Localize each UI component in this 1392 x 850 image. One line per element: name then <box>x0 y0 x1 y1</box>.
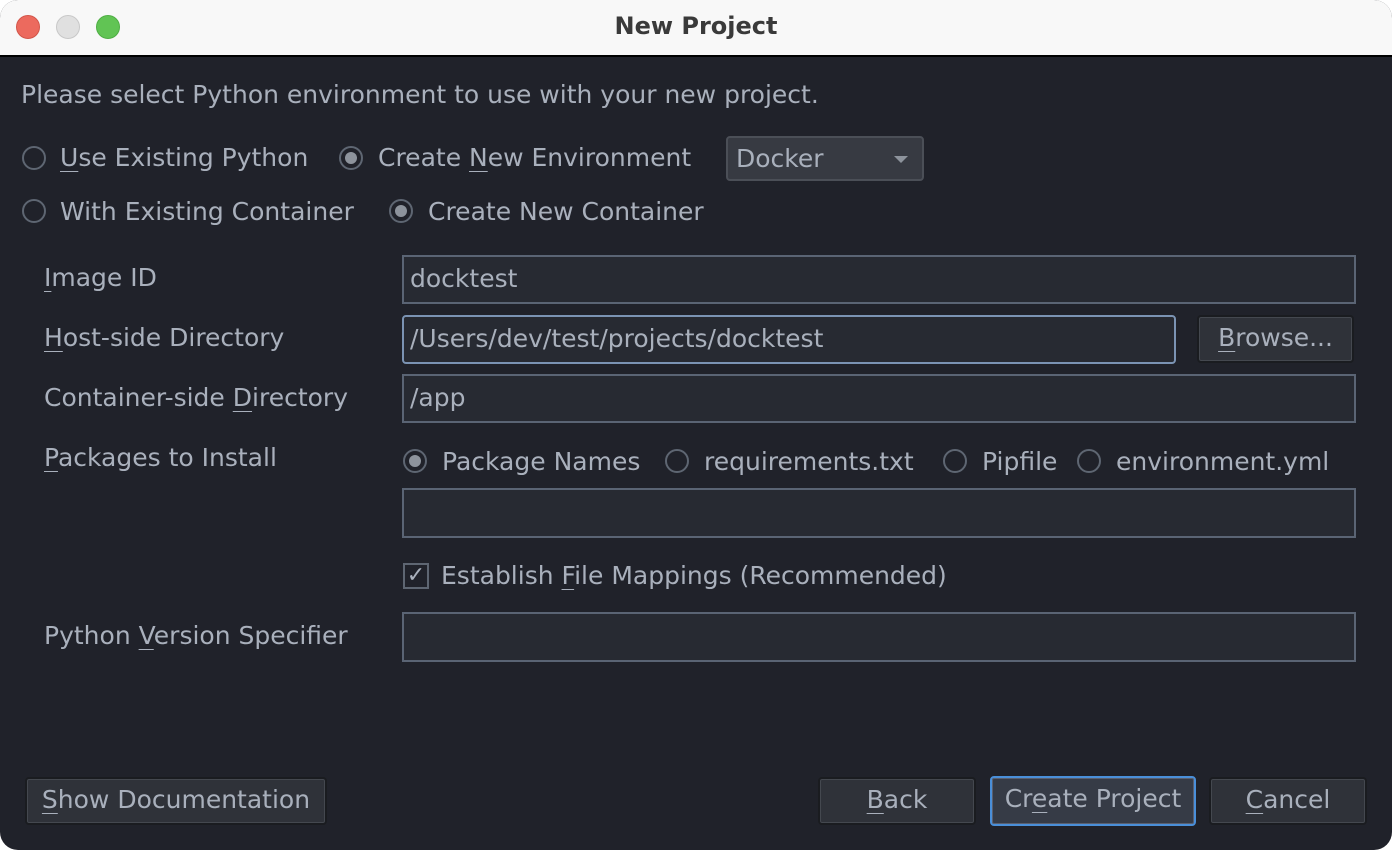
radio-button[interactable] <box>943 449 967 473</box>
image-id-label: Image ID <box>44 263 157 292</box>
radio-label: Create New Environment <box>378 143 692 172</box>
host-dir-input[interactable]: /Users/dev/test/projects/docktest <box>402 315 1176 364</box>
image-id-input[interactable]: docktest <box>402 255 1356 304</box>
radio-label: Pipfile <box>982 447 1058 476</box>
packages-label: Packages to Install <box>44 443 277 472</box>
title-bar: New Project <box>0 0 1392 57</box>
container-dir-label: Container-side Directory <box>44 383 349 412</box>
radio-label: requirements.txt <box>704 447 914 476</box>
radio-label: Use Existing Python <box>60 143 309 172</box>
radio-button[interactable] <box>389 199 413 223</box>
python-version-input[interactable] <box>402 612 1356 662</box>
back-button[interactable]: Back <box>818 777 976 825</box>
dropdown-value: Docker <box>736 144 824 173</box>
radio-button[interactable] <box>339 146 363 170</box>
radio-button[interactable] <box>1077 449 1101 473</box>
radio-label: With Existing Container <box>60 197 354 226</box>
file-mappings-checkbox[interactable]: ✓ <box>403 563 429 589</box>
radio-label: environment.yml <box>1116 447 1330 476</box>
environment-type-dropdown[interactable]: Docker <box>726 136 924 181</box>
package-names-input[interactable] <box>402 488 1356 538</box>
cancel-button[interactable]: Cancel <box>1209 777 1367 825</box>
radio-label: Package Names <box>442 447 641 476</box>
radio-button[interactable] <box>22 146 46 170</box>
create-project-button[interactable]: Create Project <box>990 776 1196 826</box>
radio-button[interactable] <box>22 199 46 223</box>
chevron-down-icon <box>894 156 908 163</box>
file-mappings-label: Establish File Mappings (Recommended) <box>441 561 947 590</box>
browse-button[interactable]: Browse... <box>1197 315 1354 363</box>
window-title: New Project <box>614 12 778 40</box>
python-version-label: Python Version Specifier <box>44 621 348 650</box>
container-dir-input[interactable]: /app <box>402 374 1356 423</box>
host-dir-label: Host-side Directory <box>44 323 285 352</box>
intro-text: Please select Python environment to use … <box>21 80 819 109</box>
new-project-dialog: New Project Please select Python environ… <box>0 0 1392 850</box>
radio-button[interactable] <box>403 449 427 473</box>
show-documentation-button[interactable]: Show Documentation <box>25 777 327 825</box>
radio-button[interactable] <box>665 449 689 473</box>
radio-label: Create New Container <box>428 197 704 226</box>
